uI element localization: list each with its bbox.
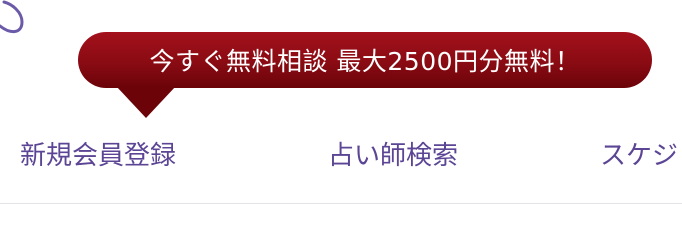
decorative-swirl-icon: [0, 0, 24, 33]
page-stage: 今すぐ無料相談 最大2500円分無料！ 新規会員登録 占い師検索 スケジ: [0, 0, 682, 206]
free-consultation-banner[interactable]: 今すぐ無料相談 最大2500円分無料！: [78, 32, 652, 88]
free-consultation-banner-text: 今すぐ無料相談 最大2500円分無料！: [149, 47, 581, 76]
nav-item-new-member-registration[interactable]: 新規会員登録: [20, 138, 176, 174]
nav-divider: [0, 203, 682, 204]
nav-item-fortune-teller-search[interactable]: 占い師検索: [328, 138, 458, 174]
nav-item-schedule[interactable]: スケジ: [600, 138, 678, 174]
banner-pointer: [116, 86, 176, 118]
